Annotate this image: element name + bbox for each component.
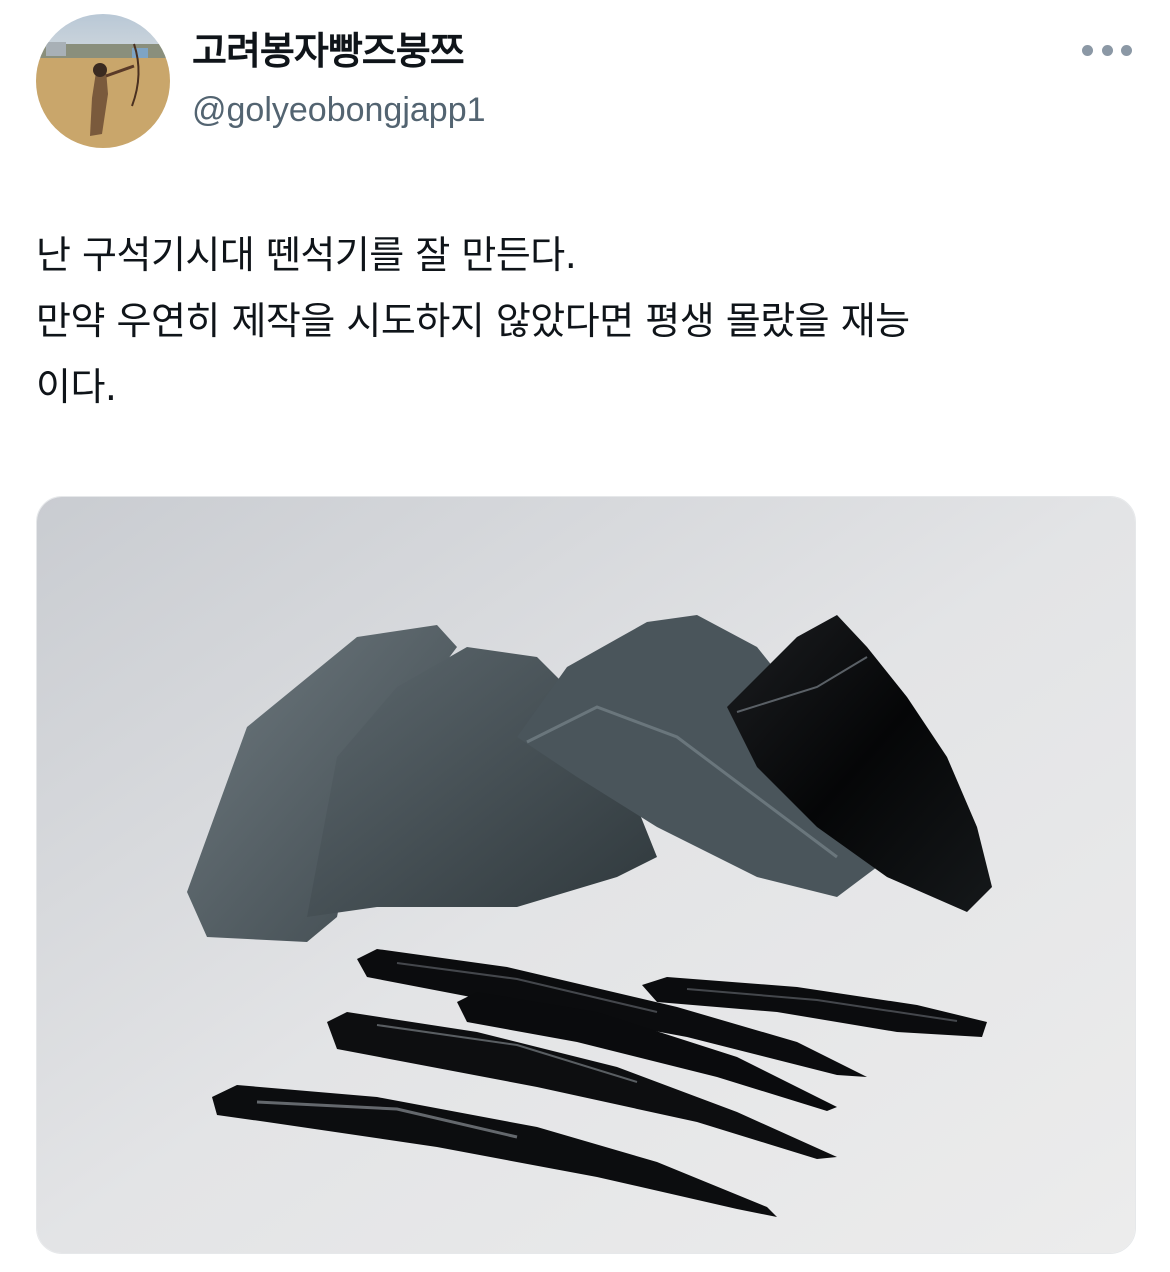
- tweet-media-photo[interactable]: [36, 496, 1136, 1254]
- tweet-text-line: 이다.: [36, 365, 117, 409]
- more-horizontal-icon: [1082, 44, 1093, 56]
- more-horizontal-icon: [1101, 44, 1113, 56]
- avatar-image: [36, 14, 170, 148]
- tweet-text-line: 난 구석기시대 뗀석기를 잘 만든다.: [36, 233, 577, 277]
- tweet-text-line: 만약 우연히 제작을 시도하지 않았다면 평생 몰랐을 재능: [36, 299, 910, 343]
- stone-tools-photo: [37, 497, 1135, 1253]
- avatar[interactable]: [36, 14, 170, 148]
- tweet-text: 난 구석기시대 뗀석기를 잘 만든다. 만약 우연히 제작을 시도하지 않았다면…: [36, 222, 1146, 420]
- more-horizontal-icon: [1121, 44, 1132, 56]
- display-name[interactable]: 고려봉자빵즈붕쯔: [192, 26, 465, 76]
- user-handle[interactable]: @golyeobongjapp1: [192, 88, 486, 132]
- more-options-button[interactable]: [1082, 30, 1132, 70]
